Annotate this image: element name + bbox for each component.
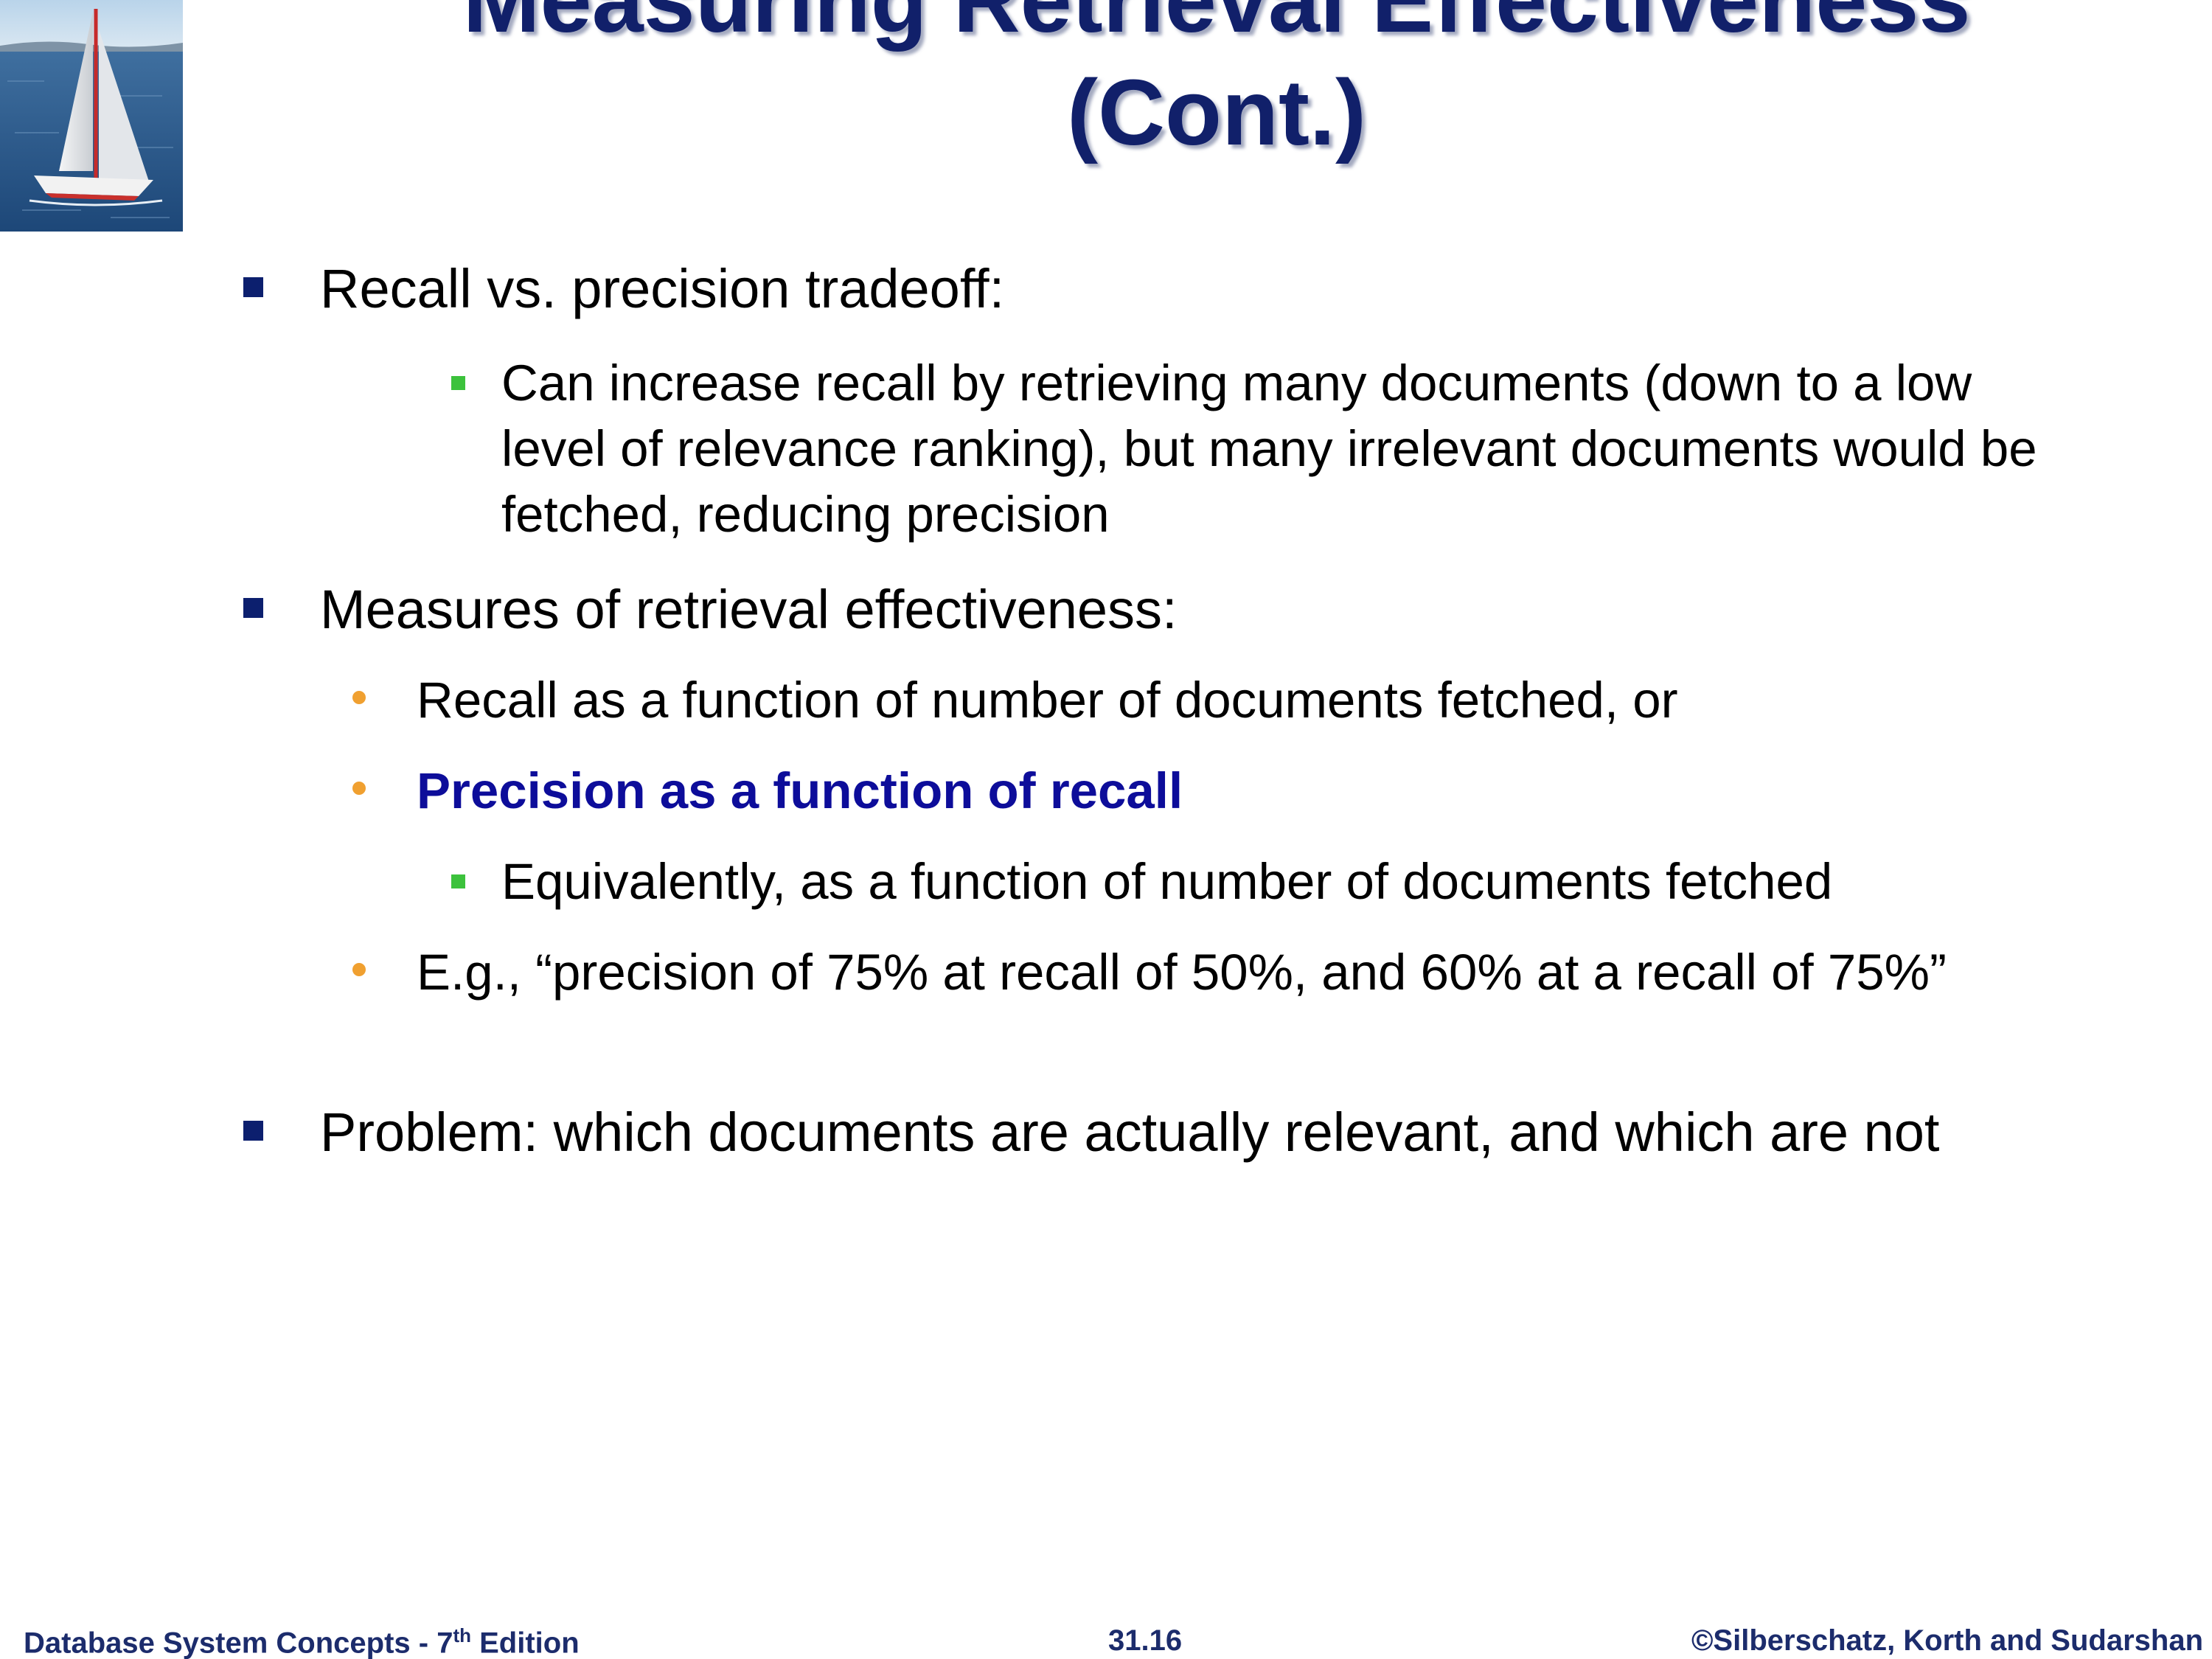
orange-dot-bullet-icon — [352, 963, 366, 976]
green-square-bullet-icon — [451, 874, 465, 888]
green-square-bullet-icon — [451, 376, 465, 390]
sub-bullet-recall-function: Recall as a function of number of docume… — [417, 672, 1678, 728]
sub-bullet-increase-recall: Can increase recall by retrieving many d… — [501, 355, 2037, 543]
footer-page-number: 31.16 — [1108, 1624, 1183, 1657]
footer-copyright: ©Silberschatz, Korth and Sudarshan — [1691, 1624, 2203, 1657]
footer-book-title: Database System Concepts - 7th Edition — [24, 1624, 580, 1659]
bullet-recall-precision-tradeoff: Recall vs. precision tradeoff: — [320, 258, 1005, 319]
sub-bullet-precision-function: Precision as a function of recall — [417, 762, 1183, 819]
bullet-problem: Problem: which documents are actually re… — [320, 1102, 1940, 1163]
square-bullet-icon — [243, 598, 263, 618]
orange-dot-bullet-icon — [352, 691, 366, 704]
sub-sub-bullet-equivalently: Equivalently, as a function of number of… — [501, 853, 1833, 910]
orange-dot-bullet-icon — [352, 782, 366, 795]
square-bullet-icon — [243, 277, 263, 297]
bullet-measures-effectiveness: Measures of retrieval effectiveness: — [320, 579, 1178, 640]
slide-title-line2: (Cont.) — [1067, 60, 1366, 164]
sub-bullet-example: E.g., “precision of 75% at recall of 50%… — [417, 944, 1947, 1001]
slide-title-line1: Measuring Retrieval Effectiveness — [221, 0, 2212, 46]
sailboat-logo — [0, 0, 183, 232]
square-bullet-icon — [243, 1121, 263, 1141]
